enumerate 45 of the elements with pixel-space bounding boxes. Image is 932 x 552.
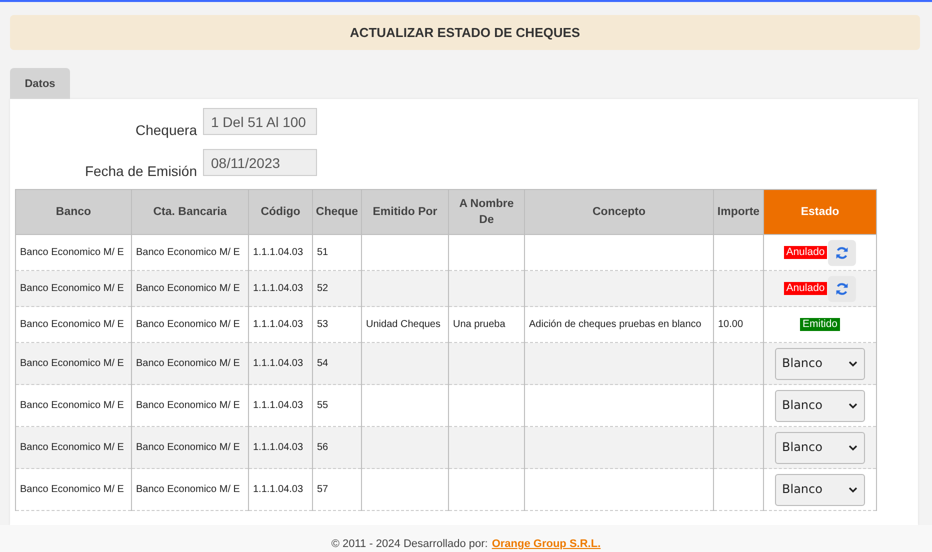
table-cell: 54 — [312, 342, 362, 384]
refresh-button[interactable] — [828, 240, 856, 266]
column-header: A Nombre De — [448, 190, 524, 234]
table-cell: Banco Economico M/ E — [132, 468, 248, 510]
table-cell: Banco Economico M/ E — [132, 426, 248, 468]
status-dropdown[interactable]: Blanco — [775, 348, 865, 380]
table-cell: 1.1.1.04.03 — [248, 468, 312, 510]
column-header: Concepto — [524, 190, 714, 234]
status-dropdown[interactable]: Blanco — [775, 390, 865, 422]
status-dropdown[interactable]: Blanco — [775, 432, 865, 464]
column-header: Importe — [714, 190, 764, 234]
page-title-bar: ACTUALIZAR ESTADO DE CHEQUES — [10, 15, 920, 50]
table-cell: Banco Economico M/ E — [16, 270, 132, 306]
chevron-down-icon — [848, 444, 858, 452]
table-cell: 52 — [312, 270, 362, 306]
column-header: Cta. Bancaria — [132, 190, 248, 234]
refresh-icon — [834, 246, 849, 260]
table-cell: 56 — [312, 426, 362, 468]
tab[interactable]: Datos — [10, 68, 70, 99]
table-cell: 1.1.1.04.03 — [248, 342, 312, 384]
table-cell: 1.1.1.04.03 — [248, 426, 312, 468]
field-label: Chequera — [134, 122, 197, 138]
column-header: Código — [248, 190, 312, 234]
chevron-down-icon — [848, 402, 858, 410]
column-header: Cheque — [312, 190, 362, 234]
column-header: Estado — [764, 190, 876, 234]
status-badge: Emitido — [800, 318, 840, 331]
column-header: Emitido Por — [362, 190, 448, 234]
status-badge: Anulado — [784, 246, 827, 259]
chevron-down-icon — [848, 486, 858, 494]
status-dropdown[interactable]: Blanco — [775, 474, 865, 506]
field-label: Fecha de Emisión — [84, 163, 197, 179]
table-cell: Banco Economico M/ E — [16, 426, 132, 468]
column-header: Banco — [16, 190, 132, 234]
table-cell: Banco Economico M/ E — [16, 468, 132, 510]
status-badge: Anulado — [784, 282, 827, 295]
refresh-icon — [834, 282, 849, 296]
table-cell: 1.1.1.04.03 — [248, 270, 312, 306]
refresh-button[interactable] — [828, 276, 856, 302]
table-cell: Banco Economico M/ E — [132, 342, 248, 384]
copyright-text: © 2011 - 2024 Desarrollado por: — [331, 538, 488, 550]
chevron-down-icon — [848, 360, 858, 368]
table-cell: Banco Economico M/ E — [132, 270, 248, 306]
table-cell: Banco Economico M/ E — [16, 342, 132, 384]
table-cell: 57 — [312, 468, 362, 510]
